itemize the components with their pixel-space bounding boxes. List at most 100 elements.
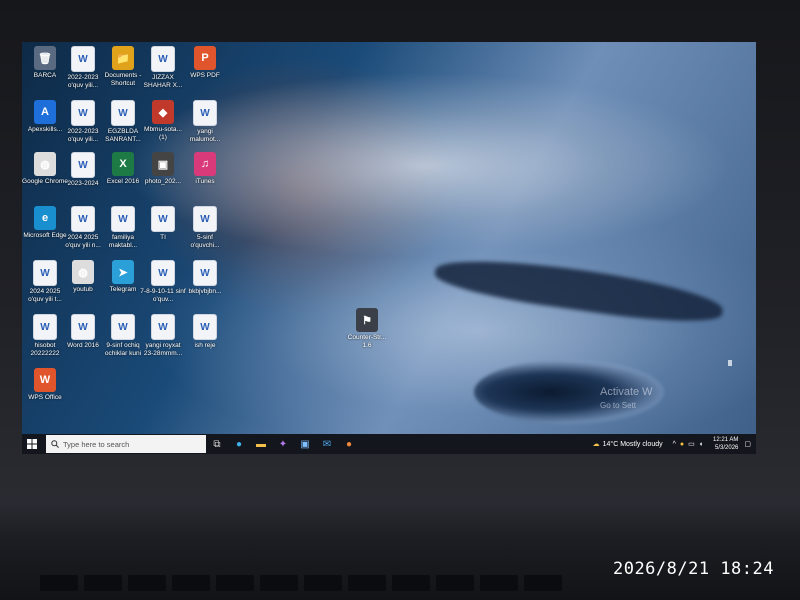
keyboard-row (40, 575, 562, 591)
desktop-icon-image: W (111, 314, 135, 340)
desktop-icon-image: W (151, 206, 175, 232)
folder-icon: ▬ (256, 438, 266, 450)
desktop-icon-image: A (34, 100, 56, 124)
desktop-icon[interactable]: Wish reje (182, 314, 228, 350)
mouse-cursor (728, 360, 732, 366)
desktop-icon[interactable]: W JIZZAX SHAHAR X... (140, 46, 186, 89)
copilot-icon: ✦ (278, 438, 288, 450)
task-view-icon: ⧉ (213, 438, 221, 450)
desktop-icon-image: W (33, 314, 57, 340)
desktop-icon-image: ▣ (152, 152, 174, 176)
tray-app-icon[interactable]: ● (680, 441, 684, 448)
search-placeholder: Type here to search (63, 439, 130, 449)
desktop-icon-image: ◍ (72, 260, 94, 284)
start-button[interactable] (22, 434, 42, 454)
key (392, 575, 430, 591)
system-tray: ☁ 14°C Mostly cloudy ^ ● ▭ ◖ 12:21 AM 5/… (593, 434, 756, 454)
desktop-icon-label: WPS PDF (190, 72, 220, 79)
desktop-icon-image: 📁 (112, 46, 134, 70)
taskbar-search-box[interactable]: Type here to search (46, 435, 206, 453)
desktop-icon-label: photo_202... (144, 178, 182, 185)
clock-time: 12:21 AM (713, 437, 739, 443)
key (524, 575, 562, 591)
desktop-icon-image: W (193, 314, 217, 340)
desktop-icon-image: W (33, 260, 57, 286)
taskbar-clock[interactable]: 12:21 AM 5/3/2026 (713, 436, 738, 452)
desktop-icon-image: W (193, 206, 217, 232)
key (40, 575, 78, 591)
desktop-icon[interactable]: Wbkbjvbjbn... (182, 260, 228, 296)
desktop-icon-label: Counter-Str... 1.6 (347, 334, 387, 349)
desktop-icon[interactable]: ▣ photo_202... (140, 152, 186, 186)
key (128, 575, 166, 591)
desktop-icon[interactable]: W WPS Office (22, 368, 68, 402)
key (304, 575, 342, 591)
desktop-icon-image: 🗑 (34, 46, 56, 70)
taskbar-store[interactable]: ▣ (294, 434, 316, 454)
notification-icon[interactable]: ▢ (744, 440, 751, 448)
network-icon[interactable]: ▭ (688, 440, 695, 448)
photo-timestamp: 2026/8/21 18:24 (612, 559, 774, 579)
desktop-icon[interactable]: W 7-8-9-10-11 sinf o'quv... (140, 260, 186, 303)
orange-app-icon: ● (345, 438, 353, 450)
key (172, 575, 210, 591)
desktop-icon-image: ⚑ (356, 308, 378, 332)
desktop-icon-image: W (71, 46, 95, 72)
desktop-screen: 🗑 BARCA W 2022-2023 o'quv yili... 📁 Documents… (22, 42, 756, 454)
desktop-icon-image: W (151, 314, 175, 340)
desktop-icon-label: iTunes (195, 178, 215, 185)
task-view-button[interactable]: ⧉ (206, 434, 228, 454)
desktop-icon[interactable]: Wyangi malumot... (182, 100, 228, 143)
volume-icon[interactable]: ◖ (699, 441, 703, 448)
desktop-icon-image: X (112, 152, 134, 176)
desktop-icon-image: ◆ (152, 100, 174, 124)
desktop-icon-label: WPS Office (28, 394, 62, 401)
key (480, 575, 518, 591)
taskbar-app[interactable]: ● (338, 434, 360, 454)
desktop-icon[interactable]: P WPS PDF (182, 46, 228, 80)
search-icon (51, 440, 59, 448)
desktop-icon[interactable]: ◆ Mbmu-sota... (1) (140, 100, 186, 141)
taskbar-file-explorer[interactable]: ▬ (250, 434, 272, 454)
desktop-icon-label: 5-sinf o'quvchi... (190, 234, 220, 249)
desktop-icon-image: W (34, 368, 56, 392)
desktop-icon-image: P (194, 46, 216, 70)
desktop-icon-image: W (71, 314, 95, 340)
laptop-lid: 🗑 BARCA W 2022-2023 o'quv yili... 📁 Documents… (0, 0, 800, 500)
chevron-up-icon[interactable]: ^ (673, 441, 676, 448)
laptop-base (0, 500, 800, 600)
activate-windows-watermark: Activate W Go to Sett (600, 386, 653, 412)
desktop-icon-label: yangi royxat 23-28mmm... (143, 342, 183, 357)
windows-icon (27, 439, 37, 449)
watermark-line2: Go to Sett (600, 401, 637, 410)
key (84, 575, 122, 591)
watermark-line1: Activate W (600, 386, 653, 398)
desktop-icon-image: W (71, 206, 95, 232)
desktop-icon-image: W (151, 46, 175, 72)
desktop-icon-label: TI (160, 234, 166, 241)
key (436, 575, 474, 591)
taskbar-copilot[interactable]: ✦ (272, 434, 294, 454)
desktop-icon[interactable]: ♫ iTunes (182, 152, 228, 186)
weather-text[interactable]: 14°C Mostly cloudy (603, 441, 663, 448)
taskbar-edge[interactable]: ● (228, 434, 250, 454)
desktop-icon[interactable]: ⚑ Counter-Str... 1.6 (344, 308, 390, 349)
desktop-icon-image: W (111, 206, 135, 232)
desktop-icon-label: Mbmu-sota... (1) (144, 126, 182, 141)
desktop-icon-image: W (193, 100, 217, 126)
edge-icon: ● (235, 438, 243, 450)
desktop-icon-image: W (111, 100, 135, 126)
desktop-icon-label: yangi malumot... (189, 128, 221, 143)
desktop-icon-image: W (193, 260, 217, 286)
desktop-icon-image: W (151, 260, 175, 286)
mail-icon: ✉ (322, 438, 332, 450)
key (260, 575, 298, 591)
desktop-icon[interactable]: W 5-sinf o'quvchi... (182, 206, 228, 249)
desktop-icon-image: ♫ (194, 152, 216, 176)
desktop-icon-image: W (71, 152, 95, 178)
desktop-icon[interactable]: Wyangi royxat 23-28mmm... (140, 314, 186, 357)
taskbar-mail[interactable]: ✉ (316, 434, 338, 454)
weather-icon: ☁ (592, 441, 600, 448)
desktop-icon-label: ish reje (194, 342, 216, 349)
desktop-icon[interactable]: W TI (140, 206, 186, 242)
